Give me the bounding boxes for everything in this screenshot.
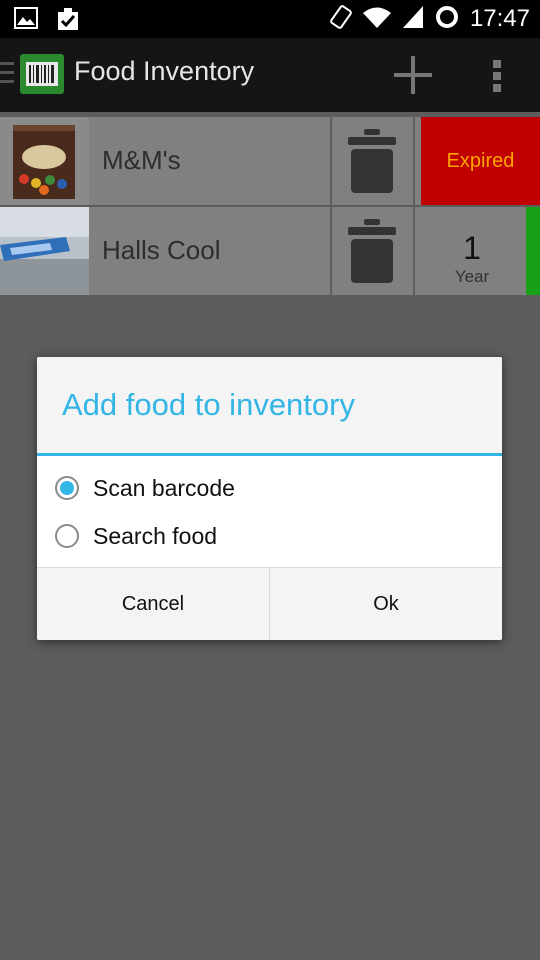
wifi-icon [362, 5, 392, 34]
dialog-title: Add food to inventory [62, 387, 355, 422]
option-search-food[interactable]: Search food [55, 518, 217, 554]
status-bar: 17:47 [0, 0, 540, 38]
item-name: M&M's [102, 145, 181, 175]
add-icon[interactable] [390, 52, 436, 98]
inventory-list: M&M's Expired Halls Cool 1 Year [0, 117, 540, 297]
option-scan-barcode[interactable]: Scan barcode [55, 470, 235, 506]
freshness-indicator [526, 207, 540, 295]
remaining-time: 1 Year [417, 207, 527, 295]
remaining-value: 1 [463, 230, 481, 266]
list-item[interactable]: M&M's Expired [0, 117, 540, 205]
list-item[interactable]: Halls Cool 1 Year [0, 207, 540, 295]
expired-status-badge: Expired [421, 117, 540, 205]
barcode-app-icon[interactable] [20, 54, 64, 94]
sync-icon [434, 4, 460, 35]
row-divider [413, 117, 415, 205]
item-name: Halls Cool [102, 235, 221, 265]
dialog-header: Add food to inventory [37, 357, 502, 456]
row-divider [330, 207, 332, 295]
option-label: Scan barcode [93, 474, 235, 501]
option-label: Search food [93, 522, 218, 549]
drawer-indicator-icon[interactable] [0, 62, 14, 89]
screen-rotation-icon [330, 4, 352, 34]
row-divider [413, 207, 415, 295]
row-divider [330, 117, 332, 205]
add-food-dialog: Add food to inventory Scan barcode Searc… [37, 357, 502, 640]
signal-icon [402, 5, 424, 34]
radio-button-checked[interactable] [55, 476, 79, 500]
overflow-menu-icon[interactable] [482, 52, 512, 98]
radio-button[interactable] [55, 524, 79, 548]
trash-icon[interactable] [346, 127, 398, 195]
task-done-icon [56, 7, 80, 36]
cancel-button[interactable]: Cancel [37, 568, 269, 640]
trash-icon[interactable] [346, 217, 398, 285]
action-bar: Food Inventory [0, 38, 540, 112]
app-title: Food Inventory [74, 56, 255, 86]
mm-product-image [0, 117, 89, 205]
status-time: 17:47 [469, 5, 530, 32]
ok-button[interactable]: Ok [269, 568, 502, 640]
gallery-icon [14, 7, 38, 36]
remaining-unit: Year [454, 267, 490, 286]
halls-product-image [0, 207, 89, 295]
dialog-button-bar: Cancel Ok [37, 567, 502, 640]
